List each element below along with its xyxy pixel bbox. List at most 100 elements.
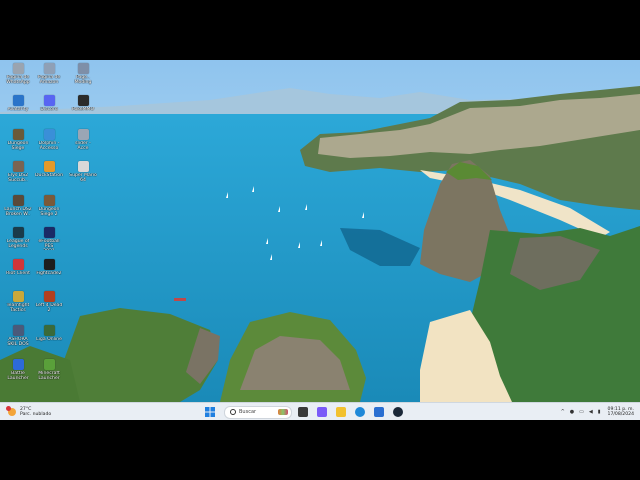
desktop-icon[interactable]: ASHORA SKIL DOS — [3, 324, 33, 356]
desktop-icon-label: Riot Client — [6, 271, 30, 276]
desktop-icon[interactable]: Minecraft Launcher — [34, 358, 64, 390]
desktop-icon-label: slider - Acce — [75, 141, 91, 151]
desktop-icon[interactable]: Riot Client — [3, 258, 33, 290]
desktop-icon[interactable]: Liga Online — [34, 324, 64, 356]
game-icon — [43, 195, 55, 206]
web-shortcut-icon — [43, 63, 55, 74]
desktop-icon[interactable]: Avatarity — [3, 94, 33, 126]
desktop-icon[interactable]: DuckStation — [34, 160, 64, 192]
search-icon — [230, 409, 236, 415]
weather-widget[interactable]: 27°C Parc. nublado — [6, 405, 51, 419]
desktop-icon[interactable]: Dungeon Siege — [3, 128, 33, 160]
steam-icon[interactable] — [393, 407, 403, 417]
desktop-icon-label: PokeMMO — [71, 107, 95, 112]
system-tray: ^ ● ▭ ◀ ▮ 09:11 p. m. 17/08/2024 — [556, 405, 634, 419]
desktop-icon-label: Super Mario 64 — [69, 173, 97, 183]
web-shortcut-icon — [77, 129, 89, 140]
game-icon — [12, 129, 24, 140]
weather-text: 27°C Parc. nublado — [20, 407, 51, 417]
taskbar-center: Buscar — [205, 405, 412, 419]
clock[interactable]: 09:11 p. m. 17/08/2024 — [608, 407, 634, 417]
task-view-icon[interactable] — [298, 407, 308, 417]
start-button[interactable] — [205, 407, 215, 417]
desktop-icon-label: Page.. Moding — [74, 75, 92, 85]
duckstation-icon — [43, 161, 55, 172]
desktop-icon-label: Elys DS2 Succub.. — [7, 173, 29, 183]
desktop-icon-label: Launch DS2 Broken W.. — [4, 207, 32, 217]
mail-icon[interactable] — [374, 407, 384, 417]
search-highlight-icon — [278, 408, 288, 415]
search-box[interactable]: Buscar — [224, 405, 292, 419]
desktop-icon-label: Minecraft Launcher — [38, 371, 60, 381]
desktop-icon[interactable]: eFootball PES 2021 SEASO.. — [34, 226, 64, 258]
volume-icon[interactable]: ◀ — [589, 409, 593, 415]
league-icon — [12, 227, 24, 238]
riot-icon — [12, 259, 24, 270]
microphone-icon[interactable]: ● — [570, 409, 574, 415]
desktop-icon[interactable]: Teamfight Tactics — [3, 290, 33, 322]
desktop-icon[interactable]: PokeMMO — [68, 94, 98, 126]
fightcade-icon — [43, 259, 55, 270]
desktop-icon-label: Left 4 Dead 2 — [35, 303, 63, 313]
file-explorer-icon[interactable] — [336, 407, 346, 417]
game-icon — [12, 161, 24, 172]
desktop-icon[interactable]: Super Mario 64 — [68, 160, 98, 192]
tft-icon — [12, 291, 24, 302]
web-shortcut-icon — [77, 63, 89, 74]
notification-badge — [6, 406, 11, 411]
search-placeholder: Buscar — [239, 409, 257, 415]
chevron-up-icon[interactable]: ^ — [561, 409, 565, 415]
vscode-icon — [12, 95, 24, 106]
desktop-icon[interactable]: League of Legends — [3, 226, 33, 258]
desktop-icon-label: Discord — [40, 107, 58, 112]
dolphin-icon — [43, 129, 55, 140]
desktop-icon-label: League of Legends — [6, 239, 30, 249]
desktop-icon-label: Dolphin - Accesso — [38, 141, 60, 151]
desktop-icon[interactable]: Page.. Moding — [68, 62, 98, 94]
whatsapp-web-icon — [12, 63, 24, 74]
desktop-icon-label: Fightcade2 — [36, 271, 62, 276]
edge-icon[interactable] — [355, 407, 365, 417]
desktop-screen: Pagina de WhatsApp Pagina de Amazon Page… — [0, 60, 640, 420]
pokemmo-icon — [77, 95, 89, 106]
desktop-icon[interactable]: Pagina de WhatsApp — [3, 62, 33, 94]
clock-date: 17/08/2024 — [607, 412, 634, 417]
desktop-icon[interactable]: Dolphin - Accesso — [34, 128, 64, 160]
desktop-icon[interactable]: Battle Launcher — [3, 358, 33, 390]
desktop-icons: Pagina de WhatsApp Pagina de Amazon Page… — [0, 60, 100, 400]
weather-sun-icon — [6, 406, 16, 416]
efootball-icon — [43, 227, 55, 238]
desktop-icon-label: Pagina de Amazon — [37, 75, 61, 85]
desktop-icon-label: DuckStation — [35, 173, 63, 178]
desktop-icon[interactable]: Elys DS2 Succub.. — [3, 160, 33, 192]
game-icon — [12, 195, 24, 206]
desktop-icon-label: ASHORA SKIL DOS — [7, 337, 29, 347]
desktop-icon-label: Teamfight Tactics — [6, 303, 30, 313]
desktop-icon[interactable]: slider - Acce — [68, 128, 98, 160]
game-icon — [12, 325, 24, 336]
minecraft-icon — [43, 359, 55, 370]
desktop-icon-label: Pagina de WhatsApp — [6, 75, 30, 85]
desktop-icon-label: Dungeon Siege — [7, 141, 29, 151]
desktop-icon[interactable]: Launch DS2 Broken W.. — [3, 194, 33, 226]
app-icon — [12, 359, 24, 370]
desktop-icon-label: Dungeon Siege 2 — [38, 207, 60, 217]
desktop-icon[interactable]: Discord — [34, 94, 64, 126]
desktop-icon[interactable]: Pagina de Amazon — [34, 62, 64, 94]
desktop-icon-label: Avatarity — [7, 107, 29, 112]
mario-icon — [77, 161, 89, 172]
desktop-icon-label: eFootball PES 2021 SEASO.. — [38, 239, 60, 250]
desktop-icon[interactable]: Left 4 Dead 2 — [34, 290, 64, 322]
battery-icon[interactable]: ▮ — [598, 409, 601, 415]
copilot-icon[interactable] — [317, 407, 327, 417]
taskbar: 27°C Parc. nublado Buscar ^ ● ▭ ◀ ▮ 09:1… — [0, 402, 640, 420]
desktop-icon[interactable]: Dungeon Siege 2 — [34, 194, 64, 226]
discord-icon — [43, 95, 55, 106]
desktop-icon[interactable]: Fightcade2 — [34, 258, 64, 290]
game-icon — [43, 325, 55, 336]
network-icon[interactable]: ▭ — [579, 409, 584, 415]
l4d2-icon — [43, 291, 55, 302]
weather-desc: Parc. nublado — [20, 412, 52, 417]
desktop-icon-label: Battle Launcher — [7, 371, 29, 381]
desktop-icon-label: Liga Online — [36, 337, 62, 342]
